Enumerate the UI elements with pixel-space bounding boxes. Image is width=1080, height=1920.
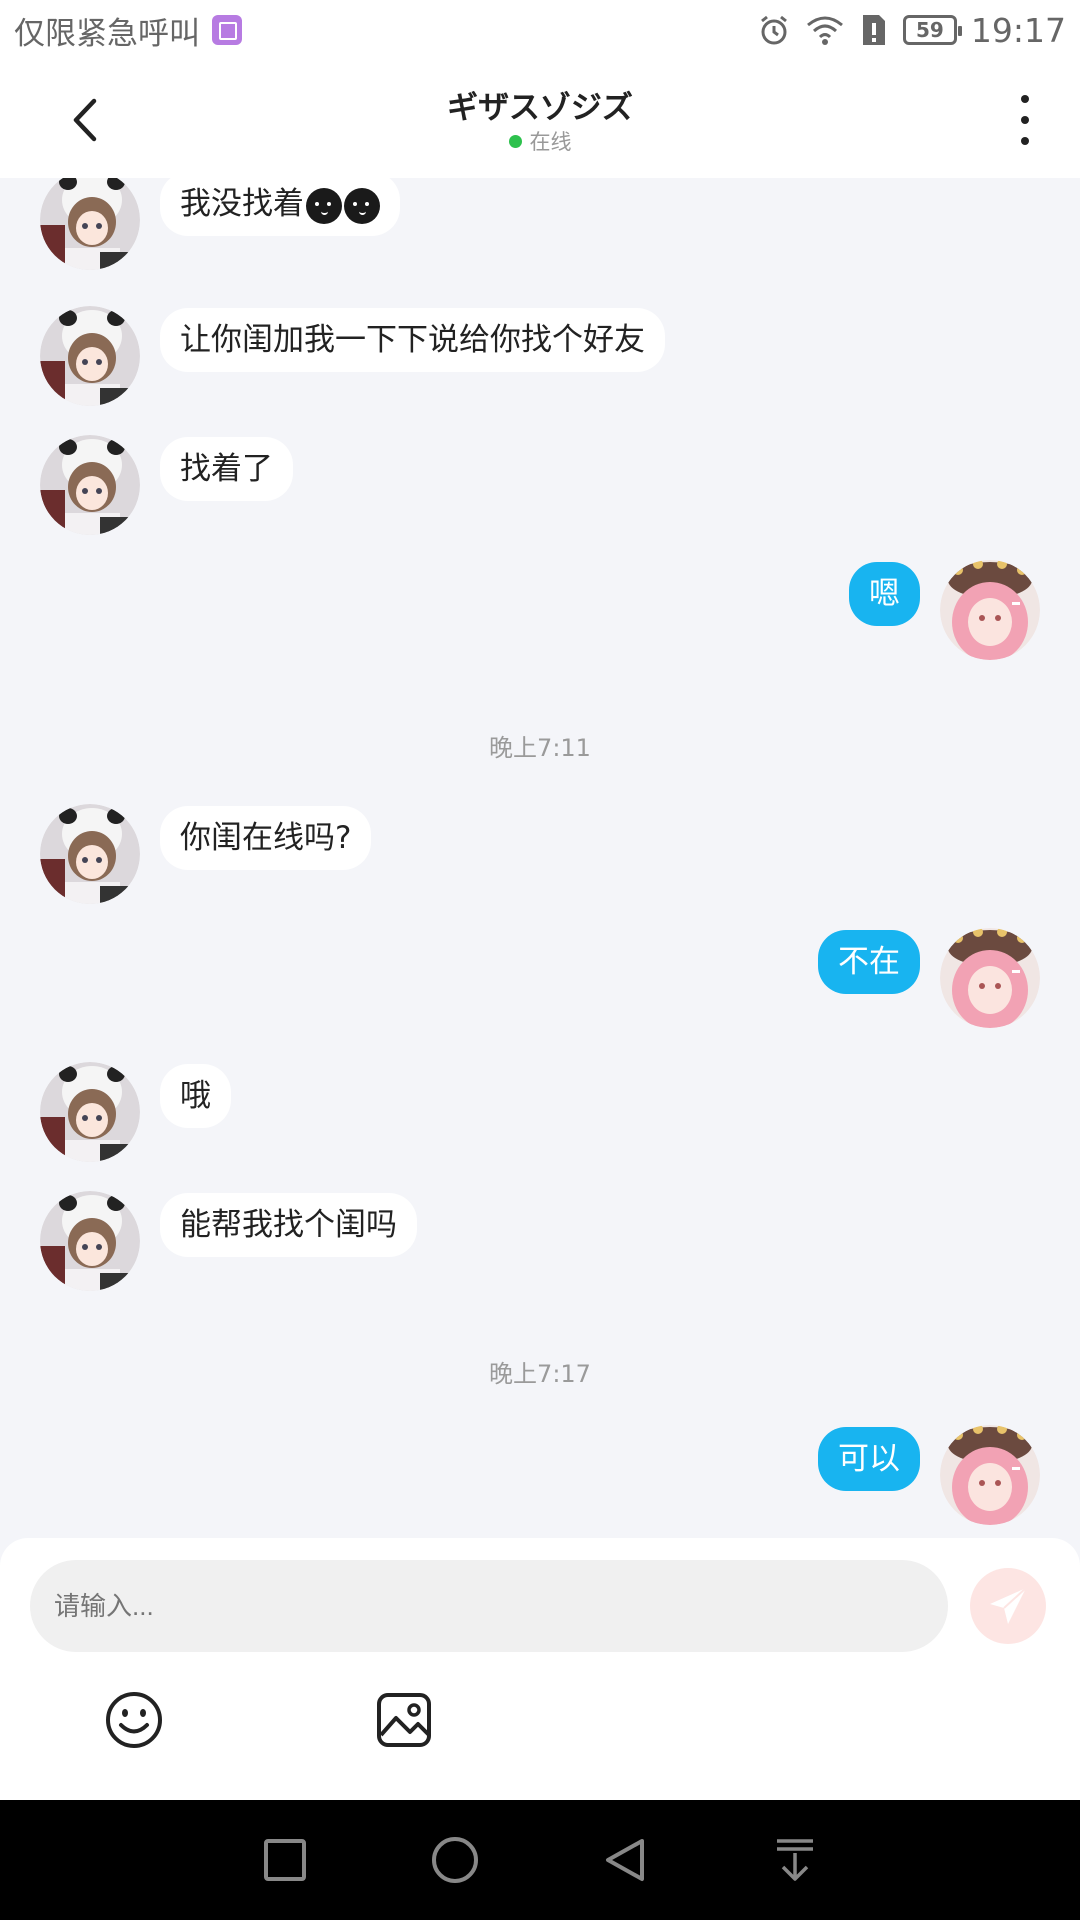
message-bubble[interactable]: 你闺在线吗?: [160, 806, 372, 870]
message-bubble[interactable]: 找着了: [160, 437, 293, 501]
chat-title: ギザスゾジズ: [447, 90, 633, 126]
contact-avatar[interactable]: [40, 306, 140, 406]
smiley-icon: [106, 1692, 162, 1748]
more-vertical-icon: [1021, 95, 1029, 103]
chat-header: ギザスゾジズ 在线: [0, 60, 1080, 178]
online-status: 在线: [0, 126, 1080, 156]
message-bubble[interactable]: 我没找着: [160, 178, 400, 236]
message-row-incoming: 让你闺加我一下下说给你找个好友: [40, 306, 720, 406]
contact-avatar[interactable]: [40, 435, 140, 535]
message-bubble[interactable]: 能帮我找个闺吗: [160, 1193, 417, 1257]
contact-avatar[interactable]: [40, 1062, 140, 1162]
message-row-incoming: 找着了: [40, 435, 370, 535]
message-timestamp: 晚上7:17: [489, 1360, 591, 1388]
triangle-back-icon: [606, 1839, 644, 1881]
contact-avatar[interactable]: [40, 1191, 140, 1291]
alarm-icon: [760, 15, 787, 45]
message-row-incoming: 能帮我找个闺吗: [40, 1191, 470, 1291]
notification-pull-button[interactable]: [765, 1830, 825, 1890]
online-status-label: 在线: [529, 130, 572, 154]
message-timestamp: 晚上7:11: [489, 734, 591, 762]
carrier-text: 仅限紧急呼叫: [14, 15, 200, 52]
home-button[interactable]: [425, 1830, 485, 1890]
status-bar: 仅限紧急呼叫 59 19:17: [0, 0, 1080, 60]
image-picker-button[interactable]: [374, 1690, 434, 1750]
recent-apps-button[interactable]: [255, 1830, 315, 1890]
image-icon: [377, 1693, 431, 1747]
message-row-incoming: 我没找着: [40, 178, 420, 270]
paper-plane-icon: [990, 1587, 1027, 1624]
gallery-notification-icon: [212, 15, 242, 45]
wifi-icon: [806, 16, 843, 45]
circle-icon: [432, 1837, 478, 1883]
message-bubble[interactable]: 不在: [818, 930, 920, 994]
message-bubble[interactable]: 让你闺加我一下下说给你找个好友: [160, 308, 665, 372]
emoji-button[interactable]: [104, 1690, 164, 1750]
message-row-outgoing: 可以: [740, 1425, 1040, 1525]
more-options-button[interactable]: [1010, 95, 1040, 145]
contact-avatar[interactable]: [40, 804, 140, 904]
message-bubble[interactable]: 可以: [818, 1427, 920, 1491]
contact-avatar[interactable]: [40, 178, 140, 270]
message-row-outgoing: 不在: [740, 928, 1040, 1028]
message-input[interactable]: [30, 1560, 948, 1652]
send-button[interactable]: [970, 1568, 1046, 1644]
square-icon: [264, 1839, 306, 1881]
message-row-incoming: 你闺在线吗?: [40, 804, 470, 904]
dark-face-emoji-icon: [306, 187, 342, 224]
dark-face-emoji-icon: [344, 187, 380, 224]
status-time: 19:17: [970, 10, 1066, 50]
message-bubble[interactable]: 嗯: [849, 562, 920, 626]
message-row-outgoing: 嗯: [790, 560, 1040, 660]
message-row-incoming: 哦: [40, 1062, 300, 1162]
my-avatar[interactable]: [940, 1425, 1040, 1525]
message-list[interactable]: 我没找着 让你闺加我一下下说给你找个好友 找着了 嗯 晚上7:11 你闺在线吗?…: [0, 178, 1080, 1538]
sim-alert-icon: [862, 15, 885, 45]
online-dot-icon: [508, 134, 522, 148]
pull-down-icon: [777, 1839, 813, 1881]
message-bubble[interactable]: 哦: [160, 1064, 231, 1128]
composer-panel: [0, 1538, 1080, 1800]
my-avatar[interactable]: [940, 928, 1040, 1028]
battery-indicator: 59: [902, 15, 962, 45]
my-avatar[interactable]: [940, 560, 1040, 660]
system-nav-bar: [0, 1800, 1080, 1920]
back-nav-button[interactable]: [595, 1830, 655, 1890]
